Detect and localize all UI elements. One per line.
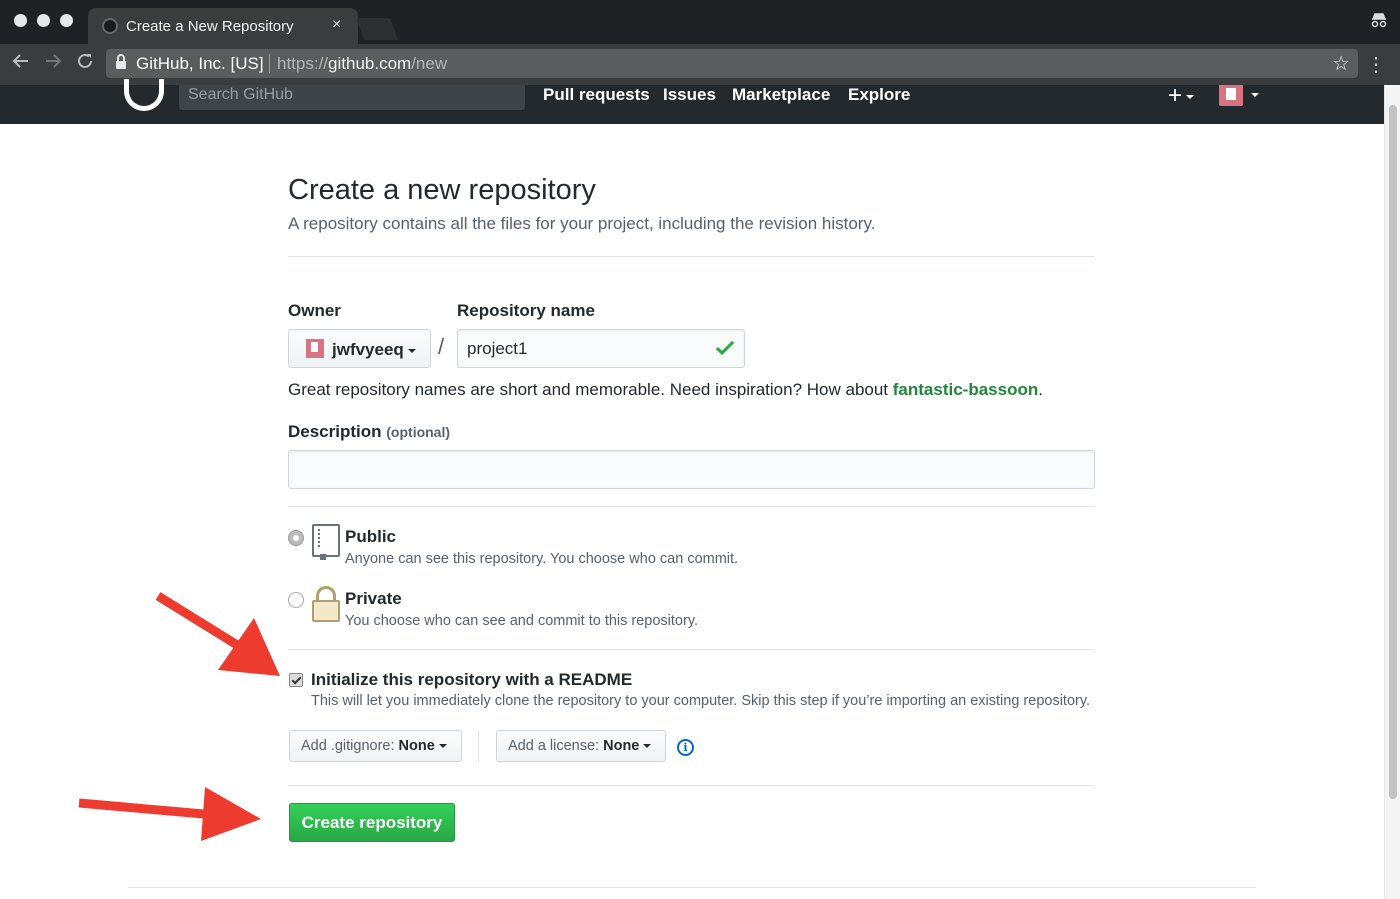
url-text: https://github.com/new <box>277 54 448 73</box>
divider <box>288 506 1095 507</box>
site-identity: GitHub, Inc. [US] <box>136 54 264 73</box>
chevron-down-icon <box>643 744 652 749</box>
reload-icon[interactable] <box>76 52 94 76</box>
public-desc: Anyone can see this repository. You choo… <box>345 551 739 567</box>
url-separator <box>269 54 270 73</box>
repo-name-field[interactable] <box>457 329 745 368</box>
description-input[interactable] <box>298 460 1078 480</box>
info-icon[interactable]: i <box>677 739 694 756</box>
init-readme-label[interactable]: Initialize this repository with a README <box>311 670 632 690</box>
repo-icon <box>312 524 340 560</box>
back-icon[interactable] <box>12 52 30 76</box>
repo-name-input[interactable] <box>467 339 707 359</box>
tab-title: Create a New Repository <box>126 18 294 35</box>
repo-name-label: Repository name <box>457 301 595 320</box>
owner-select[interactable]: jwfvyeeq <box>288 329 431 368</box>
private-desc: You choose who can see and commit to thi… <box>345 613 699 629</box>
divider <box>288 649 1095 650</box>
page-scrollbar[interactable] <box>1384 85 1400 899</box>
tab-close-icon[interactable]: × <box>332 16 341 34</box>
incognito-icon <box>1370 12 1388 33</box>
check-icon <box>715 340 735 356</box>
new-tab-button[interactable] <box>355 18 399 40</box>
github-favicon-icon <box>102 18 118 34</box>
window-zoom-dot[interactable] <box>60 14 73 27</box>
optional-tag: (optional) <box>386 424 451 440</box>
owner-name: jwfvyeeq <box>332 340 416 360</box>
chevron-down-icon[interactable] <box>1251 93 1259 97</box>
star-icon[interactable]: ☆ <box>1332 51 1350 76</box>
window-minimize-dot[interactable] <box>37 14 50 27</box>
public-title[interactable]: Public <box>345 527 396 547</box>
github-logo-icon[interactable] <box>124 79 164 111</box>
select-divider <box>478 730 479 762</box>
description-field[interactable] <box>288 450 1095 489</box>
public-radio[interactable] <box>288 530 304 546</box>
gitignore-select[interactable]: Add .gitignore: None <box>289 730 462 762</box>
owner-label: Owner <box>288 301 341 320</box>
private-title[interactable]: Private <box>345 589 402 609</box>
owner-repo-slash: / <box>438 334 445 359</box>
chevron-down-icon <box>407 348 416 353</box>
init-readme-desc: This will let you immediately clone the … <box>311 693 1091 709</box>
chevron-down-icon <box>1186 94 1195 99</box>
search-box[interactable] <box>179 85 525 110</box>
page-title: Create a new repository <box>288 174 596 206</box>
nav-issues[interactable]: Issues <box>663 85 716 105</box>
private-radio[interactable] <box>288 592 304 608</box>
nav-pull-requests[interactable]: Pull requests <box>543 85 650 105</box>
annotation-arrow-create <box>78 787 261 841</box>
search-input[interactable] <box>188 85 508 105</box>
browser-toolbar: GitHub, Inc. [US] https://github.com/new… <box>0 44 1400 85</box>
owner-avatar <box>306 339 324 358</box>
github-header: Pull requests Issues Marketplace Explore… <box>0 79 1384 124</box>
browser-tab[interactable]: Create a New Repository × <box>88 8 358 44</box>
name-hint: Great repository names are short and mem… <box>288 380 1043 399</box>
menu-icon[interactable]: ⋮ <box>1366 52 1386 77</box>
footer-divider <box>128 887 1256 888</box>
avatar[interactable] <box>1219 85 1243 106</box>
license-select[interactable]: Add a license: None <box>496 730 666 762</box>
annotation-arrow-readme <box>155 592 280 676</box>
new-menu-button[interactable]: + <box>1168 82 1195 110</box>
lock-icon <box>116 54 126 69</box>
nav-marketplace[interactable]: Marketplace <box>732 85 830 105</box>
plus-icon: + <box>1168 82 1183 109</box>
address-bar[interactable]: GitHub, Inc. [US] https://github.com/new… <box>106 49 1358 78</box>
create-repository-button[interactable]: Create repository <box>289 803 455 842</box>
description-label: Description (optional) <box>288 422 451 441</box>
lock-icon <box>312 586 340 622</box>
page-subtitle: A repository contains all the files for … <box>288 214 876 233</box>
divider <box>288 785 1095 786</box>
nav-explore[interactable]: Explore <box>848 85 910 105</box>
scrollbar-thumb[interactable] <box>1389 105 1397 799</box>
chevron-down-icon <box>438 744 447 749</box>
browser-tab-strip: Create a New Repository × <box>0 0 1400 44</box>
window-close-dot[interactable] <box>14 14 27 27</box>
divider <box>288 256 1095 257</box>
init-readme-checkbox[interactable] <box>289 673 303 687</box>
forward-icon[interactable] <box>44 52 62 76</box>
name-suggestion-link[interactable]: fantastic-bassoon <box>893 380 1038 399</box>
